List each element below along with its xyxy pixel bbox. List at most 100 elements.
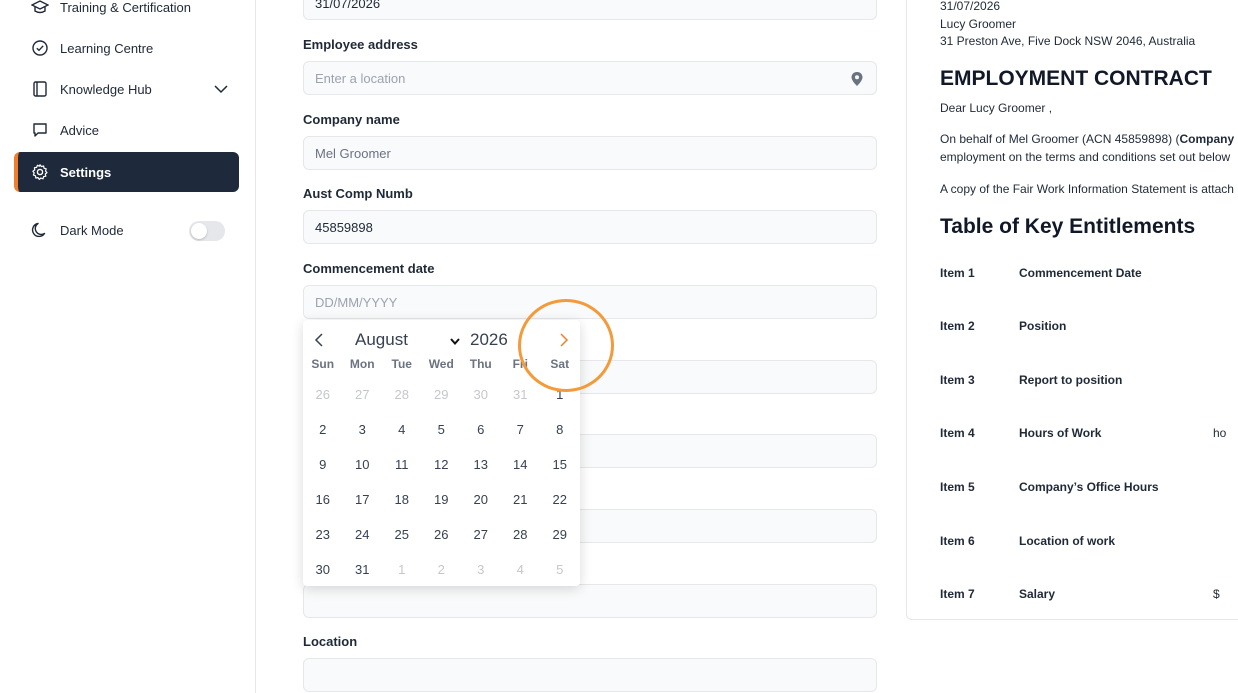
calendar-day[interactable]: 19: [422, 482, 462, 517]
sidebar-item-settings[interactable]: Settings: [14, 152, 239, 192]
calendar-day[interactable]: 1: [382, 552, 422, 587]
entitlement-item-number: Item 1: [940, 266, 975, 280]
calendar-day[interactable]: 10: [343, 447, 383, 482]
weekday-header: Sun: [311, 357, 335, 371]
calendar-day[interactable]: 9: [303, 447, 343, 482]
entitlement-item-label: Report to position: [1019, 373, 1123, 387]
calendar-day[interactable]: 4: [382, 412, 422, 447]
employee-address-placeholder: Enter a location: [315, 70, 406, 86]
calendar-day[interactable]: 22: [540, 482, 580, 517]
calendar-day[interactable]: 30: [303, 552, 343, 587]
weekday-header: Thu: [469, 357, 492, 371]
sidebar-item-label: Advice: [60, 122, 100, 138]
weekday-header: Tue: [391, 357, 412, 371]
calendar-day[interactable]: 25: [382, 517, 422, 552]
calendar-day[interactable]: 5: [540, 552, 580, 587]
calendar-day[interactable]: 3: [461, 552, 501, 587]
sidebar-item-label: Settings: [60, 164, 112, 180]
entitlement-item-number: Item 4: [940, 426, 975, 440]
chevron-right-icon[interactable]: [556, 332, 572, 348]
dark-mode-toggle[interactable]: [189, 221, 225, 241]
calendar-day[interactable]: 26: [422, 517, 462, 552]
calendar-day[interactable]: 27: [461, 517, 501, 552]
sidebar-item-advice[interactable]: Advice: [14, 110, 239, 150]
calendar-day[interactable]: 31: [343, 552, 383, 587]
calendar-day[interactable]: 20: [461, 482, 501, 517]
calendar-day[interactable]: 7: [501, 412, 541, 447]
calendar-day[interactable]: 31: [501, 377, 541, 412]
calendar-day[interactable]: 11: [382, 447, 422, 482]
preview-date: 31/07/2026: [940, 0, 1001, 13]
preview-para1-line1: On behalf of Mel Groomer (ACN 45859898) …: [940, 132, 1234, 146]
calendar-day[interactable]: 27: [343, 377, 383, 412]
calendar-day[interactable]: 17: [343, 482, 383, 517]
sidebar-item-knowledge-hub[interactable]: Knowledge Hub: [14, 69, 239, 109]
calendar-day[interactable]: 8: [540, 412, 580, 447]
sidebar-item-label: Training & Certification: [60, 0, 192, 15]
commencement-date-label: Commencement date: [303, 261, 435, 276]
calendar-day[interactable]: 14: [501, 447, 541, 482]
employee-address-input[interactable]: Enter a location: [303, 61, 877, 95]
year-input[interactable]: 2026: [470, 330, 508, 350]
chevron-down-icon: [449, 334, 461, 346]
calendar-day[interactable]: 29: [540, 517, 580, 552]
moon-icon: [31, 221, 49, 239]
book-icon: [31, 80, 49, 98]
weekday-header: Sat: [550, 357, 570, 371]
office-hours-input[interactable]: [303, 584, 877, 618]
calendar-day[interactable]: 2: [303, 412, 343, 447]
preview-name: Lucy Groomer: [940, 17, 1017, 31]
location-input[interactable]: [303, 658, 877, 692]
preview-para2: A copy of the Fair Work Information Stat…: [940, 182, 1234, 196]
calendar-day[interactable]: 26: [303, 377, 343, 412]
entitlement-item-label: Salary: [1019, 587, 1056, 601]
calendar-day[interactable]: 21: [501, 482, 541, 517]
commencement-date-input[interactable]: DD/MM/YYYY: [303, 285, 877, 319]
date-field[interactable]: 31/07/2026: [303, 0, 877, 20]
calendar-day[interactable]: 12: [422, 447, 462, 482]
entitlement-item-number: Item 2: [940, 319, 975, 333]
chevron-down-icon[interactable]: [213, 81, 229, 97]
sidebar-item-training[interactable]: Training & Certification: [14, 0, 239, 27]
aust-comp-numb-input[interactable]: 45859898: [303, 210, 877, 244]
calendar-day[interactable]: 30: [461, 377, 501, 412]
commencement-date-placeholder: DD/MM/YYYY: [315, 294, 398, 310]
chevron-down-icon[interactable]: [213, 164, 229, 180]
dark-mode-label: Dark Mode: [60, 222, 124, 238]
calendar-day[interactable]: 2: [422, 552, 462, 587]
entitlement-item-label: Company’s Office Hours: [1019, 480, 1159, 494]
entitlement-item-value: ho: [1213, 426, 1227, 440]
calendar-day[interactable]: 5: [422, 412, 462, 447]
calendar-day[interactable]: 24: [343, 517, 383, 552]
aust-comp-numb-label: Aust Comp Numb: [303, 186, 413, 201]
calendar-day[interactable]: 28: [501, 517, 541, 552]
calendar-day[interactable]: 18: [382, 482, 422, 517]
entitlement-item-number: Item 7: [940, 587, 975, 601]
calendar-day[interactable]: 29: [422, 377, 462, 412]
chevron-left-icon[interactable]: [311, 332, 327, 348]
calendar-day[interactable]: 6: [461, 412, 501, 447]
company-name-label: Company name: [303, 112, 400, 127]
preview-table-title: Table of Key Entitlements: [940, 215, 1196, 238]
calendar-day[interactable]: 16: [303, 482, 343, 517]
toggle-knob: [191, 223, 207, 239]
calendar-day[interactable]: 1: [540, 377, 580, 412]
calendar-day[interactable]: 13: [461, 447, 501, 482]
gear-icon: [31, 163, 49, 181]
entitlement-item-label: Position: [1019, 319, 1067, 333]
chat-bubble-icon: [31, 121, 49, 139]
company-name-input[interactable]: Mel Groomer: [303, 136, 877, 170]
sidebar-item-label: Knowledge Hub: [60, 81, 152, 97]
calendar-day[interactable]: 4: [501, 552, 541, 587]
calendar-day[interactable]: 3: [343, 412, 383, 447]
entitlement-item-label: Commencement Date: [1019, 266, 1142, 280]
employee-address-label: Employee address: [303, 37, 418, 52]
graduation-cap-icon: [31, 0, 49, 16]
sidebar-item-label: Learning Centre: [60, 40, 154, 56]
calendar-day[interactable]: 23: [303, 517, 343, 552]
sidebar-item-learning-centre[interactable]: Learning Centre: [14, 28, 239, 68]
calendar-day[interactable]: 15: [540, 447, 580, 482]
preview-para1-line2: employment on the terms and conditions s…: [940, 150, 1231, 164]
calendar-day[interactable]: 28: [382, 377, 422, 412]
month-select[interactable]: August: [355, 330, 408, 350]
